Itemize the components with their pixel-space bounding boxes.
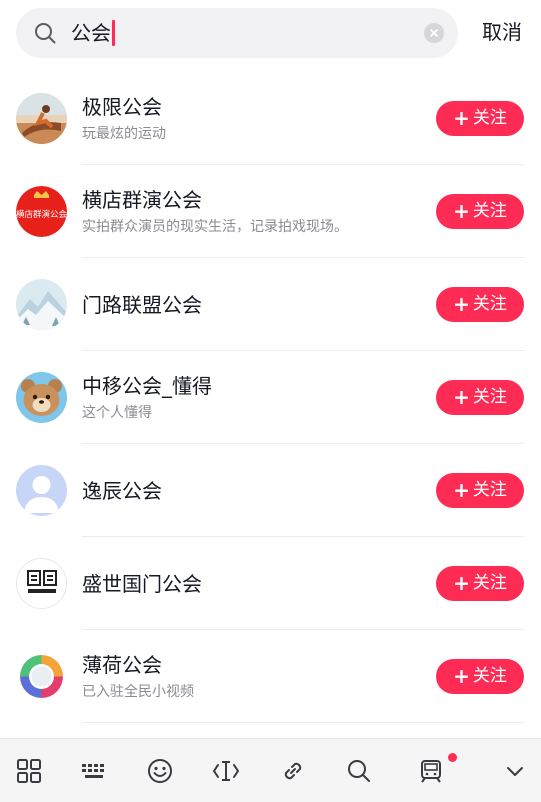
list-item[interactable]: 盛世国门公会 + 关注 <box>0 537 541 630</box>
plus-icon: + <box>453 478 470 502</box>
search-input[interactable]: 公会 <box>71 19 115 47</box>
account-name: 门路联盟公会 <box>82 293 202 317</box>
search-bar: 公会 取消 <box>0 0 541 66</box>
avatar[interactable] <box>16 279 67 330</box>
account-name: 横店群演公会 <box>82 188 202 212</box>
follow-label: 关注 <box>472 573 507 593</box>
account-description: 已入驻全民小视频 <box>82 684 194 700</box>
plus-icon: + <box>453 385 470 409</box>
avatar-logo-text: 横店群演公会 <box>16 209 67 220</box>
follow-label: 关注 <box>472 480 507 500</box>
list-item[interactable]: 薄荷公会 已入驻全民小视频 + 关注 <box>0 630 541 723</box>
avatar[interactable] <box>16 651 67 702</box>
account-description: 玩最炫的运动 <box>82 126 166 142</box>
list-item[interactable]: 门路联盟公会 + 关注 <box>0 258 541 351</box>
follow-label: 关注 <box>472 387 507 407</box>
plus-icon: + <box>453 106 470 130</box>
account-name: 逸辰公会 <box>82 479 162 503</box>
follow-label: 关注 <box>472 294 507 314</box>
chevron-down-icon[interactable] <box>501 757 529 785</box>
account-description: 实拍群众演员的现实生活，记录拍戏现场。 <box>82 219 348 235</box>
cancel-button[interactable]: 取消 <box>482 18 522 46</box>
plus-icon: + <box>453 571 470 595</box>
keyboard-toolbar <box>0 738 541 802</box>
avatar[interactable] <box>16 93 67 144</box>
search-icon <box>33 21 57 45</box>
search-icon[interactable] <box>345 757 373 785</box>
follow-button[interactable]: + 关注 <box>436 194 524 229</box>
text-caret <box>112 20 115 46</box>
results-list: 极限公会 玩最炫的运动 + 关注 横店群演公会 横店群演公会 实拍群众演员的现实生… <box>0 72 541 723</box>
notification-dot <box>448 753 457 762</box>
text-cursor-icon[interactable] <box>212 757 240 785</box>
search-field[interactable]: 公会 <box>16 8 458 58</box>
grid-icon[interactable] <box>15 757 43 785</box>
plus-icon: + <box>453 199 470 223</box>
keyboard-icon[interactable] <box>80 757 108 785</box>
follow-button[interactable]: + 关注 <box>436 380 524 415</box>
divider <box>82 722 524 723</box>
search-query: 公会 <box>71 21 111 45</box>
avatar[interactable] <box>16 465 67 516</box>
account-description: 这个人懂得 <box>82 405 152 421</box>
account-name: 薄荷公会 <box>82 653 162 677</box>
follow-label: 关注 <box>472 108 507 128</box>
account-name: 极限公会 <box>82 95 162 119</box>
emoji-icon[interactable] <box>146 757 174 785</box>
avatar[interactable] <box>16 558 67 609</box>
list-item[interactable]: 逸辰公会 + 关注 <box>0 444 541 537</box>
link-icon[interactable] <box>279 757 307 785</box>
avatar[interactable]: 横店群演公会 <box>16 186 67 237</box>
list-item[interactable]: 极限公会 玩最炫的运动 + 关注 <box>0 72 541 165</box>
follow-button[interactable]: + 关注 <box>436 287 524 322</box>
follow-button[interactable]: + 关注 <box>436 101 524 136</box>
follow-button[interactable]: + 关注 <box>436 473 524 508</box>
follow-label: 关注 <box>472 666 507 686</box>
follow-label: 关注 <box>472 201 507 221</box>
train-icon[interactable] <box>417 757 445 785</box>
follow-button[interactable]: + 关注 <box>436 566 524 601</box>
clear-icon[interactable] <box>424 23 444 43</box>
follow-button[interactable]: + 关注 <box>436 659 524 694</box>
list-item[interactable]: 中移公会_懂得 这个人懂得 + 关注 <box>0 351 541 444</box>
avatar[interactable] <box>16 372 67 423</box>
account-name: 盛世国门公会 <box>82 572 202 596</box>
plus-icon: + <box>453 292 470 316</box>
account-name: 中移公会_懂得 <box>82 374 212 398</box>
plus-icon: + <box>453 664 470 688</box>
list-item[interactable]: 横店群演公会 横店群演公会 实拍群众演员的现实生活，记录拍戏现场。 + 关注 <box>0 165 541 258</box>
